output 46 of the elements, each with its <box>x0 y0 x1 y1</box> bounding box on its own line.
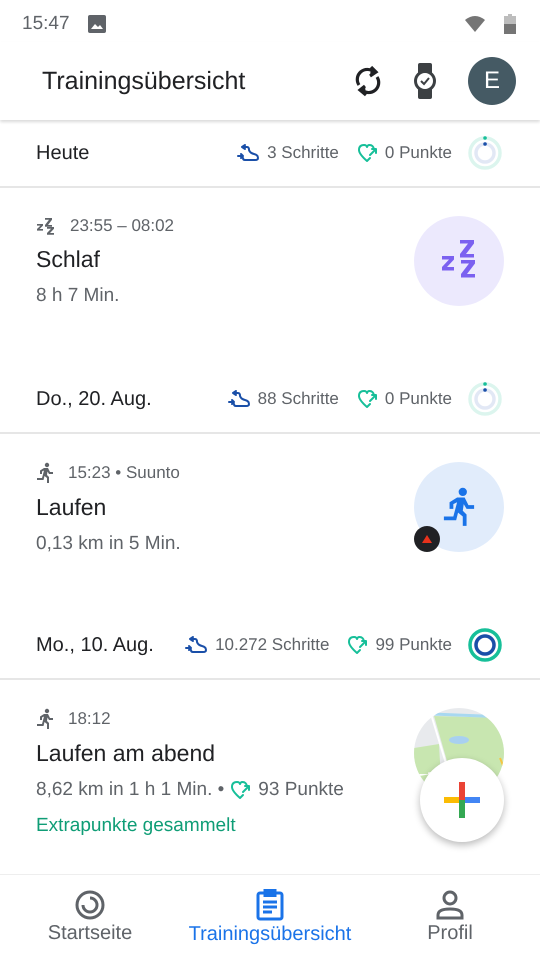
activity-summary: 8,62 km in 1 h 1 Min. • <box>36 779 224 801</box>
sleep-icon <box>36 217 56 235</box>
heart-points-icon <box>356 389 379 409</box>
battery-icon <box>504 14 516 34</box>
ring-icon <box>75 890 105 920</box>
activity-title[interactable]: Laufen <box>36 494 414 521</box>
nav-tab[interactable]: Profil <box>360 875 540 960</box>
activity-summary: 0,13 km in 5 Min. <box>36 533 181 555</box>
nav-tab[interactable]: Trainingsübersicht <box>180 875 360 960</box>
avatar[interactable]: E <box>468 57 516 105</box>
day-date: Do., 20. Aug. <box>36 388 153 410</box>
steps-count: 3 Schritte <box>267 143 339 163</box>
steps-icon <box>228 389 252 409</box>
bonus-note: Extrapunkte gesammelt <box>36 815 237 837</box>
steps-icon <box>237 143 262 163</box>
steps-count: 88 Schritte <box>258 389 339 409</box>
person-icon <box>436 890 464 920</box>
points-count: 0 Punkte <box>384 389 452 409</box>
activity-time: 18:12 <box>68 709 111 729</box>
image-icon <box>88 15 106 33</box>
clock: 15:47 <box>22 13 70 35</box>
activity-title[interactable]: Schlaf <box>36 246 414 273</box>
day-date: Heute <box>36 142 90 164</box>
heart-points-icon <box>347 635 370 655</box>
points-count: 0 Punkte <box>384 143 452 163</box>
heart-points-icon <box>356 143 379 163</box>
watch-icon[interactable] <box>412 63 438 99</box>
add-button[interactable] <box>420 758 504 842</box>
activity-time: 23:55 – 08:02 <box>70 216 174 236</box>
page-title: Trainingsübersicht <box>42 66 246 96</box>
points-count: 99 Punkte <box>375 635 452 655</box>
sync-icon[interactable] <box>354 65 382 97</box>
wifi-icon <box>464 15 486 33</box>
running-icon <box>36 462 54 484</box>
points-count: 93 Punkte <box>258 779 344 801</box>
activity-summary: 8 h 7 Min. <box>36 285 120 307</box>
day-date: Mo., 10. Aug. <box>36 634 155 656</box>
nav-tab[interactable]: Startseite <box>0 875 180 960</box>
heart-points-icon <box>230 780 252 800</box>
plus-icon <box>444 782 480 818</box>
steps-count: 10.272 Schritte <box>215 635 330 655</box>
activity-title[interactable]: Laufen am abend <box>36 740 414 767</box>
steps-icon <box>185 635 210 655</box>
clipboard-icon <box>256 889 284 921</box>
running-icon <box>36 708 54 730</box>
activity-time: 15:23 • Suunto <box>68 463 180 483</box>
